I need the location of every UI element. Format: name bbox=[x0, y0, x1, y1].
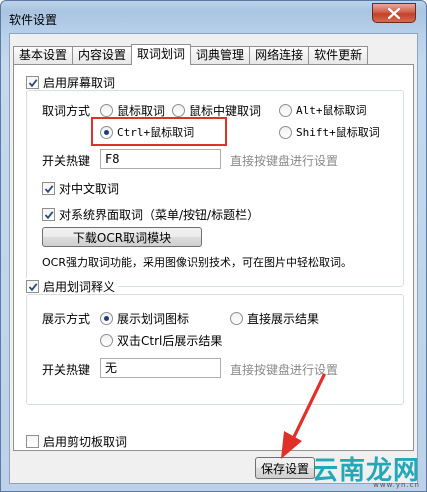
tab-dictionary[interactable]: 词典管理 bbox=[190, 46, 251, 65]
method-shift[interactable]: Shift+鼠标取词 bbox=[279, 124, 380, 140]
ui-capture-checkbox[interactable] bbox=[42, 208, 55, 221]
selection-checkbox[interactable] bbox=[26, 280, 39, 293]
method-alt[interactable]: Alt+鼠标取词 bbox=[279, 102, 367, 118]
tab-bar: 基本设置 内容设置 取词划词 词典管理 网络连接 软件更新 bbox=[13, 44, 369, 65]
method-shift-radio[interactable] bbox=[279, 125, 292, 139]
tab-basic[interactable]: 基本设置 bbox=[13, 46, 74, 65]
method-middle-radio[interactable] bbox=[172, 104, 185, 117]
chinese-capture-checkbox[interactable] bbox=[42, 182, 55, 195]
ui-capture[interactable]: 对系统界面取词（菜单/按钮/标题栏） bbox=[42, 206, 259, 223]
mode-double-ctrl[interactable]: 双击Ctrl后展示结果 bbox=[100, 332, 222, 349]
settings-window: 软件设置 基本设置 内容设置 取词划词 词典管理 网络连接 软件更新 启用屏幕取… bbox=[0, 0, 427, 492]
window-title: 软件设置 bbox=[9, 13, 58, 27]
screen-capture-label: 启用屏幕取词 bbox=[43, 76, 116, 90]
enable-screen-capture[interactable]: 启用屏幕取词 bbox=[26, 74, 115, 91]
mode-icon[interactable]: 展示划词图标 bbox=[100, 310, 189, 327]
display-mode-label: 展示方式 bbox=[42, 312, 91, 326]
capture-panel: 启用屏幕取词 取词方式 鼠标取词 鼠标中键取词 Alt+鼠标取词 Ctrl+鼠标… bbox=[13, 64, 414, 451]
tab-capture[interactable]: 取词划词 bbox=[131, 44, 192, 65]
enable-clipboard[interactable]: 启用剪切板取词 bbox=[26, 433, 127, 450]
download-ocr-button[interactable]: 下载OCR取词模块 bbox=[42, 227, 202, 247]
screen-capture-checkbox[interactable] bbox=[26, 76, 39, 89]
enable-selection[interactable]: 启用划词释义 bbox=[26, 278, 119, 295]
check-icon bbox=[28, 78, 37, 87]
mode-direct-radio[interactable] bbox=[230, 312, 243, 325]
tab-content[interactable]: 内容设置 bbox=[72, 46, 133, 65]
clipboard-checkbox[interactable] bbox=[26, 435, 39, 448]
tab-network[interactable]: 网络连接 bbox=[249, 46, 310, 65]
close-button[interactable] bbox=[372, 3, 416, 23]
method-ctrl-radio[interactable] bbox=[100, 125, 113, 139]
capture-hotkey-input[interactable]: F8 bbox=[100, 149, 221, 169]
chinese-capture[interactable]: 对中文取词 bbox=[42, 180, 119, 197]
mode-direct[interactable]: 直接展示结果 bbox=[230, 310, 319, 327]
selection-hotkey-input[interactable]: 无 bbox=[100, 358, 221, 378]
check-icon bbox=[44, 184, 53, 193]
close-icon bbox=[388, 7, 400, 19]
ocr-description: OCR强力取词功能，采用图像识别技术，可在图片中轻松取词。 bbox=[42, 256, 352, 269]
method-ctrl[interactable]: Ctrl+鼠标取词 bbox=[100, 124, 194, 140]
check-icon bbox=[28, 282, 37, 291]
mode-double-ctrl-radio[interactable] bbox=[100, 334, 113, 347]
arrow-icon bbox=[281, 373, 326, 459]
method-mouse-radio[interactable] bbox=[100, 104, 113, 117]
method-alt-radio[interactable] bbox=[279, 103, 292, 117]
capture-hotkey-label: 开关热键 bbox=[42, 154, 91, 168]
check-icon bbox=[44, 210, 53, 219]
capture-hotkey-hint: 直接按键盘进行设置 bbox=[230, 154, 339, 168]
selection-hotkey-label: 开关热键 bbox=[42, 363, 91, 377]
tab-update[interactable]: 软件更新 bbox=[308, 46, 369, 65]
capture-method-label: 取词方式 bbox=[42, 104, 91, 118]
settings-client: 基本设置 内容设置 取词划词 词典管理 网络连接 软件更新 启用屏幕取词 取词方… bbox=[9, 33, 418, 484]
mode-icon-radio[interactable] bbox=[100, 312, 113, 325]
